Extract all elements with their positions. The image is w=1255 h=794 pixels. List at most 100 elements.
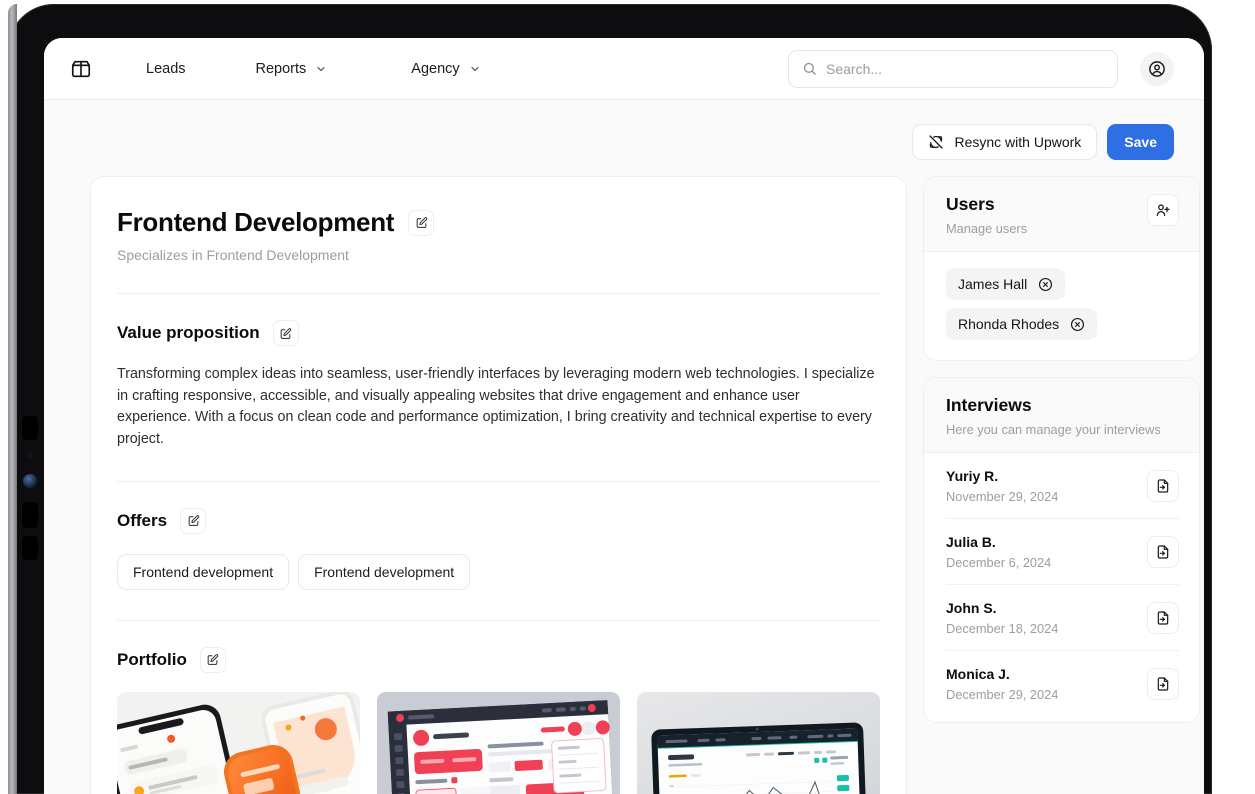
- user-chip-label: James Hall: [958, 276, 1028, 292]
- user-circle-icon: [1149, 60, 1165, 77]
- portfolio-item-laptop-analytics-dashboard-teal[interactable]: [637, 691, 880, 794]
- interview-info: Julia B. December 6, 2024: [946, 534, 1137, 570]
- interviews-panel-subtitle: Here you can manage your interviews: [946, 422, 1161, 437]
- section-title: Portfolio: [117, 649, 187, 669]
- interview-file-button[interactable]: [1147, 602, 1179, 634]
- search-input[interactable]: [826, 60, 1104, 77]
- users-list: James Hall Rhonda Rhodes: [924, 252, 1199, 360]
- close-circle-icon[interactable]: [1070, 317, 1085, 332]
- profile-title-row: Frontend Development: [117, 207, 880, 238]
- offer-chip[interactable]: Frontend development: [298, 553, 471, 590]
- interview-date: November 29, 2024: [946, 489, 1059, 504]
- portfolio-item-crm-dashboard-red[interactable]: [377, 691, 620, 794]
- interview-file-button[interactable]: [1147, 536, 1179, 568]
- nav-item-label: Reports: [255, 60, 307, 77]
- edit-offers-button[interactable]: [180, 507, 207, 534]
- nav-links: Leads Reports Agency: [130, 53, 497, 85]
- device-power-button[interactable]: [22, 416, 38, 440]
- users-panel-heading: Users Manage users: [946, 194, 1147, 236]
- pencil-square-icon: [280, 327, 292, 339]
- section-head: Portfolio: [117, 646, 880, 673]
- interview-file-button[interactable]: [1147, 470, 1179, 502]
- action-bar: Resync with Upwork Save: [90, 124, 1174, 160]
- user-plus-icon: [1156, 204, 1170, 216]
- interview-row[interactable]: John S. December 18, 2024: [946, 585, 1179, 651]
- edit-portfolio-button[interactable]: [199, 646, 226, 673]
- resync-label: Resync with Upwork: [954, 134, 1082, 150]
- interview-info: Monica J. December 29, 2024: [946, 666, 1137, 702]
- user-chip[interactable]: James Hall: [946, 268, 1066, 300]
- search-box[interactable]: [788, 49, 1118, 88]
- section-head: Offers: [117, 507, 880, 534]
- offers-section: Offers Frontend development Frontend dev…: [117, 482, 880, 590]
- interview-info: Yuriy R. November 29, 2024: [946, 468, 1137, 504]
- page-content: Resync with Upwork Save Frontend Develop…: [44, 100, 1204, 794]
- tablet-device-frame: Leads Reports Agency Search... Resync wi…: [8, 4, 1212, 794]
- nav-item-label: Leads: [146, 60, 186, 77]
- interview-row[interactable]: Yuriy R. November 29, 2024: [946, 453, 1179, 519]
- interview-row[interactable]: Monica J. December 29, 2024: [946, 651, 1179, 716]
- box-package-icon[interactable]: [70, 58, 92, 80]
- interview-name: Julia B.: [946, 534, 996, 550]
- avatar[interactable]: [1140, 51, 1174, 86]
- profile-subtitle: Specializes in Frontend Development: [117, 247, 349, 263]
- portfolio-item-mobile-app-mockup-orange[interactable]: [117, 691, 360, 794]
- nav-item-label: Agency: [411, 60, 460, 77]
- interview-info: John S. December 18, 2024: [946, 600, 1137, 636]
- interviews-panel: Interviews Here you can manage your inte…: [923, 377, 1200, 723]
- profile-card: Frontend Development Specializes in Fron…: [90, 176, 907, 794]
- users-panel-title: Users: [946, 194, 995, 214]
- user-chip[interactable]: Rhonda Rhodes: [946, 308, 1098, 340]
- interview-date: December 18, 2024: [946, 621, 1059, 636]
- top-navigation-bar: Leads Reports Agency: [44, 38, 1204, 100]
- file-import-icon: [1157, 479, 1169, 493]
- section-title: Offers: [117, 510, 168, 530]
- edit-value-proposition-button[interactable]: [272, 320, 299, 346]
- resync-with-upwork-button[interactable]: Resync with Upwork: [912, 124, 1098, 160]
- offers-list: Frontend development Frontend developmen…: [117, 553, 880, 590]
- users-panel-header: Users Manage users: [924, 177, 1199, 252]
- app-screen: Leads Reports Agency Search... Resync wi…: [44, 38, 1204, 794]
- device-microphone: [27, 452, 33, 458]
- interview-row[interactable]: Julia B. December 6, 2024: [946, 519, 1179, 585]
- interview-name: Monica J.: [946, 666, 1010, 682]
- interviews-list: Yuriy R. November 29, 2024 Julia B. Dece…: [924, 453, 1199, 722]
- value-proposition-section: Value proposition Transforming complex i…: [117, 294, 880, 451]
- chevron-down-icon: [317, 66, 325, 71]
- device-volume-up-button[interactable]: [22, 502, 38, 528]
- value-proposition-text: Transforming complex ideas into seamless…: [117, 366, 875, 448]
- content-columns: Frontend Development Specializes in Fron…: [90, 176, 1200, 794]
- page-title: Frontend Development: [117, 207, 395, 237]
- close-circle-icon[interactable]: [1038, 277, 1053, 292]
- interview-name: John S.: [946, 600, 997, 616]
- interviews-panel-header: Interviews Here you can manage your inte…: [924, 378, 1199, 453]
- add-user-button[interactable]: [1147, 194, 1179, 226]
- save-button[interactable]: Save: [1107, 124, 1174, 160]
- users-panel-subtitle: Manage users: [946, 221, 1028, 236]
- device-camera-lens: [23, 474, 37, 488]
- interview-file-button[interactable]: [1147, 668, 1179, 700]
- section-title: Value proposition: [117, 323, 260, 342]
- file-import-icon: [1157, 677, 1169, 691]
- right-sidebar: Users Manage users James Hall Rhonda Rho…: [923, 176, 1200, 723]
- nav-item-reports[interactable]: Reports: [240, 53, 344, 85]
- interview-date: December 29, 2024: [946, 687, 1059, 702]
- file-import-icon: [1157, 545, 1169, 559]
- edit-title-button[interactable]: [408, 209, 435, 236]
- nav-item-agency[interactable]: Agency: [395, 53, 496, 85]
- pencil-square-icon: [416, 217, 427, 228]
- nav-item-leads[interactable]: Leads: [130, 53, 202, 85]
- file-import-icon: [1157, 611, 1169, 625]
- users-panel: Users Manage users James Hall Rhonda Rho…: [923, 176, 1200, 361]
- interview-name: Yuriy R.: [946, 468, 999, 484]
- device-volume-down-button[interactable]: [22, 536, 38, 560]
- portfolio-grid: [117, 691, 880, 794]
- interviews-panel-title: Interviews: [946, 395, 1032, 415]
- device-left-rail: [8, 4, 17, 794]
- section-head: Value proposition: [117, 320, 880, 346]
- interviews-panel-heading: Interviews Here you can manage your inte…: [946, 395, 1179, 437]
- offer-chip[interactable]: Frontend development: [117, 553, 290, 590]
- pencil-square-icon: [188, 515, 199, 527]
- search-icon: [803, 62, 816, 75]
- refresh-off-icon: [929, 135, 944, 149]
